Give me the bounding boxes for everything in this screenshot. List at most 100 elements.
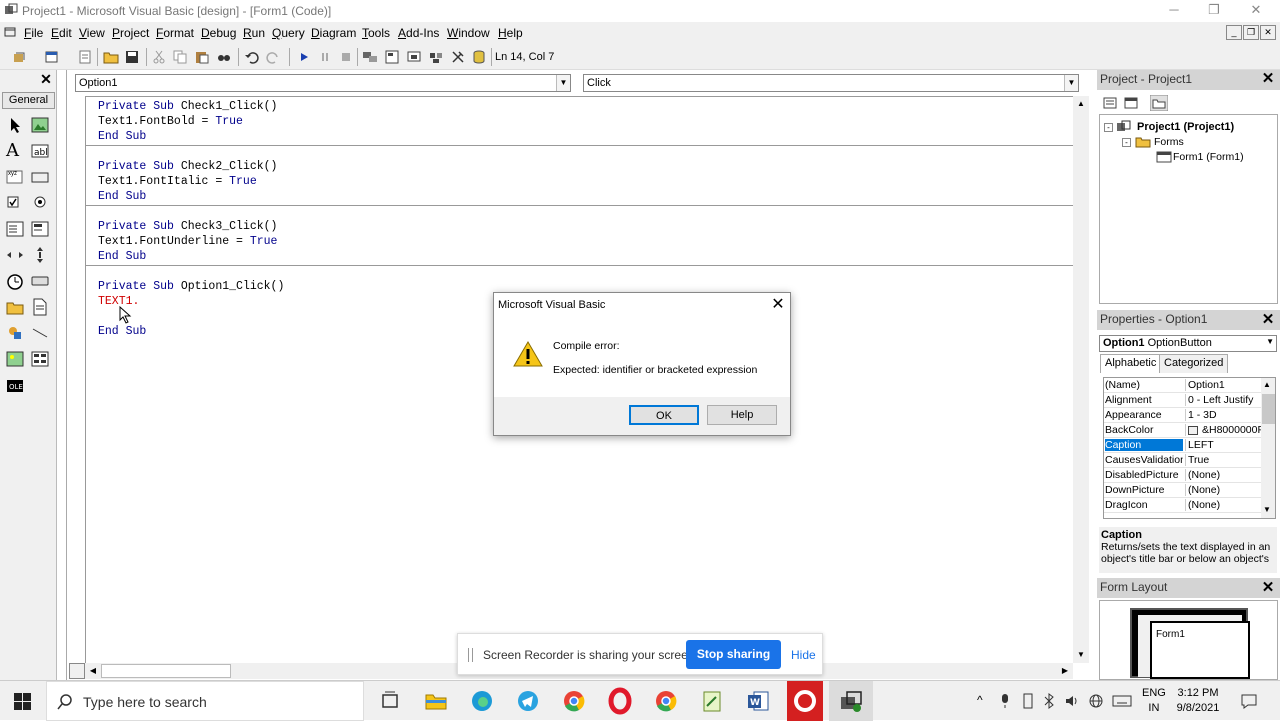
chrome-profile-icon[interactable]	[652, 687, 680, 715]
start-icon[interactable]	[296, 49, 312, 65]
dialog-close-icon[interactable]: ✕	[770, 297, 786, 313]
view-object-icon[interactable]	[1123, 95, 1139, 111]
chevron-down-icon[interactable]: ▼	[1064, 75, 1078, 91]
dirlistbox-tool-icon[interactable]	[5, 297, 25, 317]
property-row[interactable]: (Name) Option1	[1104, 378, 1261, 393]
checkbox-tool-icon[interactable]	[5, 192, 25, 212]
form1-preview[interactable]: Form1	[1150, 621, 1250, 679]
task-view-icon[interactable]	[376, 687, 404, 715]
toolbox-close-icon[interactable]: ✕	[38, 72, 54, 88]
menu-view[interactable]: View	[79, 26, 105, 40]
toolbox-tab-general[interactable]: General	[2, 92, 55, 109]
property-row[interactable]: Alignment 0 - Left Justify	[1104, 393, 1261, 408]
object-combo[interactable]: Option1 ▼	[75, 74, 571, 92]
notepad-plus-icon[interactable]	[698, 687, 726, 715]
property-row[interactable]: BackColor &H8000000F	[1104, 423, 1261, 438]
menu-tools[interactable]: Tools	[362, 26, 390, 40]
form-layout-close-icon[interactable]: ✕	[1260, 580, 1276, 597]
code-line[interactable]: Private Sub Option1_Click()	[98, 280, 284, 293]
properties-object-combo[interactable]: Option1 OptionButton ▼	[1099, 335, 1277, 352]
filelistbox-tool-icon[interactable]	[30, 297, 50, 317]
drivelistbox-tool-icon[interactable]	[30, 271, 50, 291]
volume-icon[interactable]	[1064, 693, 1080, 709]
procedure-combo[interactable]: Click ▼	[583, 74, 1079, 92]
menu-editor-icon[interactable]	[77, 49, 93, 65]
keyboard-icon[interactable]	[1112, 695, 1132, 707]
menu-diagram[interactable]: Diagram	[311, 26, 356, 40]
vertical-scrollbar[interactable]: ▲ ▼	[1073, 96, 1089, 663]
input-language[interactable]: ENG IN	[1142, 686, 1166, 716]
menu-query[interactable]: Query	[272, 26, 305, 40]
collapse-icon[interactable]: -	[1122, 138, 1131, 147]
code-line[interactable]: Text1.FontItalic = True	[98, 175, 257, 188]
vscrollbar-tool-icon[interactable]	[30, 245, 50, 265]
data-view-icon[interactable]	[471, 49, 487, 65]
label-tool-icon[interactable]: A	[6, 140, 19, 161]
procedure-view-icon[interactable]	[69, 663, 85, 679]
menu-window[interactable]: Window	[447, 26, 490, 40]
edge-icon[interactable]	[468, 687, 496, 715]
property-row-selected[interactable]: Caption LEFT	[1104, 438, 1261, 453]
image-tool-icon[interactable]	[5, 349, 25, 369]
minimize-button[interactable]: ─	[1154, 0, 1194, 22]
textbox-tool-icon[interactable]: abl	[30, 141, 50, 161]
scroll-thumb[interactable]	[101, 664, 231, 678]
ole-tool-icon[interactable]: OLE	[5, 376, 25, 396]
ok-button[interactable]: OK	[629, 405, 699, 425]
commandbutton-tool-icon[interactable]	[30, 167, 50, 187]
scroll-down-icon[interactable]: ▼	[1073, 647, 1089, 663]
object-browser-icon[interactable]	[428, 49, 444, 65]
combobox-tool-icon[interactable]	[5, 219, 25, 239]
property-row[interactable]: CausesValidation True	[1104, 453, 1261, 468]
find-icon[interactable]	[216, 49, 232, 65]
form1-item-label[interactable]: Form1 (Form1)	[1173, 151, 1244, 163]
project-root-label[interactable]: Project1 (Project1)	[1137, 121, 1234, 133]
code-line[interactable]: Private Sub Check3_Click()	[98, 220, 277, 233]
file-explorer-icon[interactable]	[422, 687, 450, 715]
code-line[interactable]: End Sub	[98, 190, 146, 203]
menu-help[interactable]: Help	[498, 26, 523, 40]
add-form-icon[interactable]	[44, 49, 60, 65]
line-tool-icon[interactable]	[30, 323, 50, 343]
notifications-icon[interactable]	[1240, 692, 1258, 710]
code-line[interactable]: Text1.FontBold = True	[98, 115, 243, 128]
properties-close-icon[interactable]: ✕	[1260, 312, 1276, 329]
mdi-restore-button[interactable]: ❐	[1243, 25, 1259, 40]
menu-add-ins[interactable]: Add-Ins	[398, 26, 439, 40]
menu-file[interactable]: File	[24, 26, 43, 40]
project-close-icon[interactable]: ✕	[1260, 71, 1276, 88]
property-row[interactable]: Appearance 1 - 3D	[1104, 408, 1261, 423]
scroll-left-icon[interactable]: ◀	[85, 663, 101, 679]
toolbox-icon[interactable]	[450, 49, 466, 65]
code-line[interactable]: End Sub	[98, 250, 146, 263]
shape-tool-icon[interactable]	[5, 323, 25, 343]
taskbar-clock[interactable]: 3:12 PM 9/8/2021	[1176, 686, 1220, 716]
properties-scrollbar[interactable]: ▲ ▼	[1261, 378, 1275, 518]
menu-debug[interactable]: Debug	[201, 26, 236, 40]
copy-icon[interactable]	[172, 49, 188, 65]
word-icon[interactable]: W	[744, 687, 772, 715]
hscrollbar-tool-icon[interactable]	[5, 245, 25, 265]
network-icon[interactable]	[1088, 693, 1104, 709]
project-explorer-icon[interactable]	[362, 49, 378, 65]
properties-window-icon[interactable]	[384, 49, 400, 65]
windows-start-icon[interactable]	[14, 693, 31, 710]
scroll-right-icon[interactable]: ▶	[1057, 663, 1073, 679]
save-icon[interactable]	[124, 49, 140, 65]
stop-sharing-button[interactable]: Stop sharing	[686, 640, 781, 669]
listbox-tool-icon[interactable]	[30, 219, 50, 239]
cut-icon[interactable]	[151, 49, 167, 65]
menu-project[interactable]: Project	[112, 26, 149, 40]
scroll-up-icon[interactable]: ▲	[1263, 380, 1271, 389]
property-row[interactable]: DownPicture (None)	[1104, 483, 1261, 498]
code-line[interactable]: Text1.FontUnderline = True	[98, 235, 277, 248]
mdi-minimize-button[interactable]: _	[1226, 25, 1242, 40]
mdi-close-button[interactable]: ✕	[1260, 25, 1276, 40]
usb-icon[interactable]	[1022, 693, 1034, 709]
hide-link[interactable]: Hide	[791, 648, 816, 662]
drag-handle-icon[interactable]	[468, 648, 473, 662]
undo-icon[interactable]	[244, 49, 260, 65]
code-line[interactable]: End Sub	[98, 325, 146, 338]
scroll-up-icon[interactable]: ▲	[1073, 96, 1089, 112]
add-project-icon[interactable]	[12, 49, 28, 65]
